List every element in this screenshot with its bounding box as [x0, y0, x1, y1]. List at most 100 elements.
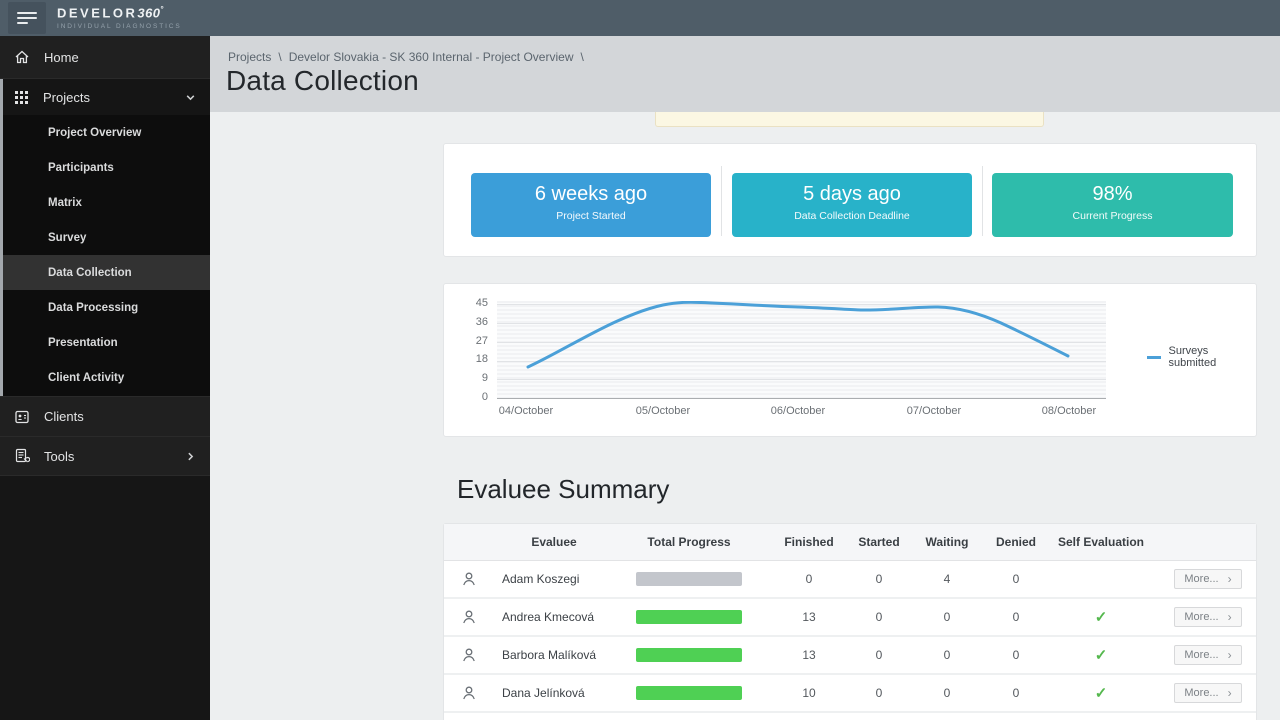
stat-value: 5 days ago	[732, 183, 972, 206]
breadcrumb-projects-link[interactable]: Projects	[228, 50, 271, 64]
stat-label: Project Started	[471, 210, 711, 222]
col-header-waiting: Waiting	[904, 535, 990, 549]
evaluee-name: Dana Jelínková	[494, 686, 614, 700]
started-count: 0	[854, 686, 904, 700]
top-bar: DEVELOR360° INDIVIDUAL DIAGNOSTICS	[0, 0, 1280, 36]
x-axis-tick: 05/October	[615, 405, 711, 417]
brand-degree: °	[161, 5, 167, 14]
stat-card-project-started: 6 weeks ago Project Started	[471, 173, 711, 237]
denied-count: 0	[990, 648, 1042, 662]
home-icon	[14, 49, 30, 65]
col-header-finished: Finished	[764, 535, 854, 549]
sidebar-item-label: Projects	[43, 90, 90, 105]
waiting-count: 4	[904, 572, 990, 586]
finished-count: 10	[764, 686, 854, 700]
more-button[interactable]: More...›	[1174, 569, 1241, 589]
stat-label: Data Collection Deadline	[732, 210, 972, 222]
more-button-label: More...	[1184, 649, 1218, 661]
evaluee-table-panel: Evaluee Total Progress Finished Started …	[443, 523, 1257, 720]
evaluee-name: Andrea Kmecová	[494, 610, 614, 624]
sidebar-scrollbar[interactable]	[0, 79, 3, 396]
sidebar-subitem-presentation[interactable]: Presentation	[0, 325, 210, 360]
col-header-total-progress: Total Progress	[614, 535, 764, 549]
waiting-count: 0	[904, 686, 990, 700]
col-header-self-evaluation: Self Evaluation	[1042, 535, 1160, 549]
progress-bar	[636, 572, 742, 586]
self-evaluation-check-icon: ✓	[1042, 608, 1160, 626]
legend-line-swatch	[1147, 356, 1161, 359]
person-icon	[461, 609, 477, 625]
more-button[interactable]: More...›	[1174, 683, 1241, 703]
brand-logo: DEVELOR360° INDIVIDUAL DIAGNOSTICS	[57, 6, 182, 30]
evaluee-summary-title: Evaluee Summary	[457, 474, 669, 505]
sidebar-item-projects[interactable]: Projects	[0, 79, 210, 115]
sidebar-subitem-data-collection[interactable]: Data Collection	[0, 255, 210, 290]
hamburger-menu-icon[interactable]	[8, 2, 46, 34]
sidebar-subitem-matrix[interactable]: Matrix	[0, 185, 210, 220]
chevron-right-icon	[185, 451, 196, 462]
table-row: Barbora Malíková 13 0 0 0 ✓ More...›	[444, 637, 1256, 675]
started-count: 0	[854, 648, 904, 662]
started-count: 0	[854, 610, 904, 624]
waiting-count: 0	[904, 610, 990, 624]
x-axis-tick: 07/October	[886, 405, 982, 417]
stat-value: 98%	[992, 183, 1233, 206]
stat-card-progress: 98% Current Progress	[992, 173, 1233, 237]
table-row: Dana Jelínková 10 0 0 0 ✓ More...›	[444, 675, 1256, 713]
stats-panel: 6 weeks ago Project Started 5 days ago D…	[443, 143, 1257, 257]
chevron-right-icon: ›	[1228, 611, 1232, 623]
sidebar-subitem-survey[interactable]: Survey	[0, 220, 210, 255]
breadcrumb-separator: \	[581, 50, 584, 64]
denied-count: 0	[990, 572, 1042, 586]
brand-tagline: INDIVIDUAL DIAGNOSTICS	[57, 23, 182, 30]
breadcrumb-project-link[interactable]: Develor Slovakia - SK 360 Internal - Pro…	[289, 50, 574, 64]
stat-value: 6 weeks ago	[471, 183, 711, 206]
main-content: 6 weeks ago Project Started 5 days ago D…	[210, 112, 1280, 720]
y-axis-tick: 36	[456, 316, 488, 328]
chart-legend[interactable]: Surveys submitted	[1147, 345, 1256, 369]
page-header: Projects \ Develor Slovakia - SK 360 Int…	[210, 36, 1280, 112]
chevron-down-icon	[185, 92, 196, 103]
breadcrumb-separator: \	[278, 50, 281, 64]
more-button[interactable]: More... ›	[1174, 645, 1241, 665]
clients-card-icon	[14, 409, 30, 425]
sidebar-subitem-project-overview[interactable]: Project Overview	[0, 115, 210, 150]
more-button-label: More...	[1184, 573, 1218, 585]
stat-divider	[982, 166, 983, 236]
sidebar-subitem-participants[interactable]: Participants	[0, 150, 210, 185]
surveys-line-series	[497, 301, 1106, 398]
surveys-chart-panel: 45 36 27 18 9 0 04/October 05/October 06…	[443, 283, 1257, 437]
chart-plot-area	[497, 301, 1106, 399]
app-window: DEVELOR360° INDIVIDUAL DIAGNOSTICS Home …	[0, 0, 1280, 720]
x-axis-tick: 04/October	[478, 405, 574, 417]
evaluee-name: Adam Koszegi	[494, 572, 614, 586]
y-axis-tick: 18	[456, 353, 488, 365]
x-axis-tick: 08/October	[1021, 405, 1117, 417]
self-evaluation-check-icon: ✓	[1042, 646, 1160, 664]
started-count: 0	[854, 572, 904, 586]
sidebar-item-label: Clients	[44, 409, 84, 424]
progress-bar	[636, 610, 742, 624]
table-row: Andrea Kmecová 13 0 0 0 ✓ More...›	[444, 599, 1256, 637]
sidebar-item-label: Home	[44, 50, 79, 65]
sidebar-item-tools[interactable]: Tools	[0, 436, 210, 476]
sidebar-subitem-data-processing[interactable]: Data Processing	[0, 290, 210, 325]
sidebar-item-home[interactable]: Home	[0, 36, 210, 79]
sidebar-item-clients[interactable]: Clients	[0, 396, 210, 436]
alert-banner-partial	[655, 112, 1044, 127]
page-title: Data Collection	[226, 65, 419, 97]
more-button-label: More...	[1184, 687, 1218, 699]
progress-bar	[636, 686, 742, 700]
stat-label: Current Progress	[992, 210, 1233, 222]
brand-360: 360	[137, 5, 160, 20]
sidebar-subitem-client-activity[interactable]: Client Activity	[0, 360, 210, 395]
y-axis-tick: 45	[456, 297, 488, 309]
projects-submenu: Project Overview Participants Matrix Sur…	[0, 115, 210, 396]
stat-card-deadline: 5 days ago Data Collection Deadline	[732, 173, 972, 237]
person-icon	[461, 571, 477, 587]
person-icon	[461, 685, 477, 701]
y-axis-tick: 0	[456, 391, 488, 403]
person-icon	[461, 647, 477, 663]
chevron-right-icon: ›	[1228, 649, 1232, 661]
more-button[interactable]: More...›	[1174, 607, 1241, 627]
